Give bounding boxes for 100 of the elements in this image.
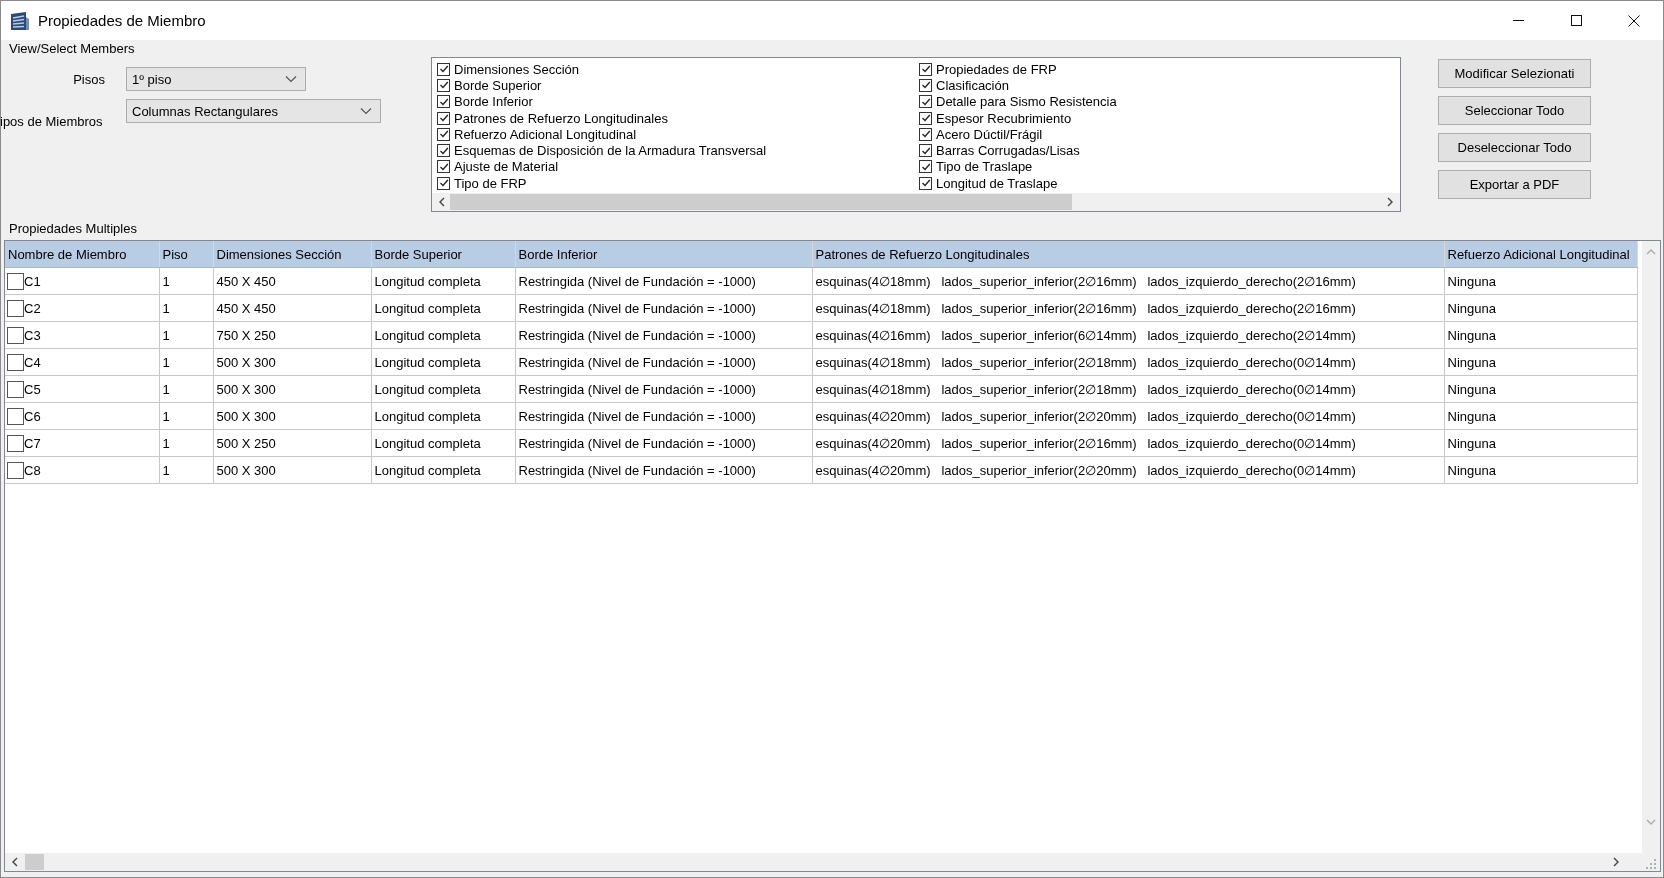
action-button[interactable]: Modificar Selezionati	[1438, 59, 1591, 88]
option-label: Longitud de Traslape	[936, 175, 1058, 191]
option-label: Barras Corrugadas/Lisas	[936, 143, 1080, 159]
action-button[interactable]: Deseleccionar Todo	[1438, 133, 1591, 162]
app-icon	[10, 10, 30, 31]
column-header[interactable]: Refuerzo Adicional Longitudinal	[1444, 241, 1637, 268]
close-icon	[1628, 14, 1640, 27]
table-cell: C4	[24, 354, 41, 370]
dropdown[interactable]: Columnas Rectangulares	[126, 99, 381, 123]
checkbox[interactable]	[7, 326, 24, 344]
scroll-thumb[interactable]	[25, 854, 44, 870]
table-cell: C5	[24, 381, 41, 397]
table-cell: esquinas(4∅16mm) lados_superior_inferior(6∅14mm) lados_izquierdo_derecho(2∅14mm)	[812, 321, 1444, 349]
option-label: Propiedades de FRP	[936, 61, 1057, 77]
column-header[interactable]: Dimensiones Sección	[213, 241, 371, 268]
checkbox[interactable]	[437, 62, 450, 76]
option-label: Espesor Recubrimiento	[936, 110, 1072, 126]
option-label: Borde Inferior	[454, 94, 533, 110]
checkbox[interactable]	[437, 160, 450, 174]
checkbox[interactable]	[7, 299, 24, 317]
option-label: Refuerzo Adicional Longitudinal	[454, 126, 637, 142]
action-button[interactable]: Seleccionar Todo	[1438, 96, 1591, 125]
scroll-right-icon[interactable]	[1612, 857, 1620, 867]
table-cell: esquinas(4∅18mm) lados_superior_inferior(2∅18mm) lados_izquierdo_derecho(0∅14mm)	[812, 375, 1444, 403]
checkbox[interactable]	[437, 111, 450, 125]
option-label: Patrones de Refuerzo Longitudinales	[454, 110, 668, 126]
scroll-right-icon[interactable]	[1386, 197, 1394, 207]
column-header[interactable]: Borde Inferior	[515, 241, 812, 268]
table-cell: 500 X 250	[213, 429, 371, 457]
dropdown[interactable]: 1º piso	[126, 67, 306, 91]
checkbox[interactable]	[437, 127, 450, 141]
table-cell: Restringida (Nivel de Fundación = -1000)	[515, 402, 812, 430]
table-cell: 500 X 300	[213, 456, 371, 484]
table-cell: Restringida (Nivel de Fundación = -1000)	[515, 321, 812, 349]
option-label: Tipo de Traslape	[936, 159, 1033, 175]
table-cell: Ninguna	[1444, 375, 1637, 403]
checkbox[interactable]	[919, 95, 932, 109]
action-button[interactable]: Exportar a PDF	[1438, 170, 1591, 199]
table-cell: C7	[24, 435, 41, 451]
option-label: Acero Dúctil/Frágil	[936, 126, 1043, 142]
table-cell: Restringida (Nivel de Fundación = -1000)	[515, 267, 812, 295]
table-cell: Longitud completa	[371, 267, 515, 295]
group-title: Propiedades Multiples	[9, 220, 137, 238]
window-title: Propiedades de Miembro	[38, 12, 207, 29]
table-cell: Restringida (Nivel de Fundación = -1000)	[515, 429, 812, 457]
table-cell: 1	[159, 321, 213, 349]
checkbox[interactable]	[919, 160, 932, 174]
scroll-left-icon[interactable]	[11, 857, 19, 867]
checkbox[interactable]	[919, 144, 932, 158]
table-cell: 500 X 300	[213, 375, 371, 403]
checkbox[interactable]	[7, 461, 24, 479]
checkbox[interactable]	[919, 176, 932, 190]
table-cell: 500 X 300	[213, 348, 371, 376]
table-cell: Restringida (Nivel de Fundación = -1000)	[515, 294, 812, 322]
table-cell: Ninguna	[1444, 456, 1637, 484]
table-cell: Restringida (Nivel de Fundación = -1000)	[515, 456, 812, 484]
option-label: Clasificación	[936, 77, 1009, 93]
caret-icon	[360, 107, 372, 115]
maximize-icon	[1570, 15, 1582, 26]
checkbox[interactable]	[437, 176, 450, 190]
table-cell: Ninguna	[1444, 294, 1637, 322]
checkbox[interactable]	[437, 78, 450, 92]
table-cell: esquinas(4∅18mm) lados_superior_inferior(2∅16mm) lados_izquierdo_derecho(2∅16mm)	[812, 267, 1444, 295]
field-label: ipos de Miembros	[1, 114, 103, 129]
table-cell: C1	[24, 273, 41, 289]
table-cell: esquinas(4∅20mm) lados_superior_inferior(2∅20mm) lados_izquierdo_derecho(0∅14mm)	[812, 402, 1444, 430]
checkbox[interactable]	[437, 144, 450, 158]
checkbox[interactable]	[7, 353, 24, 371]
table-cell: Longitud completa	[371, 294, 515, 322]
table-cell: Ninguna	[1444, 321, 1637, 349]
horizontal-scrollbar[interactable]	[5, 853, 1660, 871]
resize-grip-icon[interactable]	[1646, 859, 1656, 869]
checkbox[interactable]	[919, 78, 932, 92]
horizontal-scrollbar[interactable]	[432, 193, 1400, 211]
checkbox[interactable]	[7, 380, 24, 398]
table-cell: esquinas(4∅18mm) lados_superior_inferior(2∅18mm) lados_izquierdo_derecho(0∅14mm)	[812, 348, 1444, 376]
caret-icon	[285, 75, 297, 83]
checkbox[interactable]	[7, 407, 24, 425]
table-cell: 450 X 450	[213, 267, 371, 295]
table-cell: 1	[159, 348, 213, 376]
table-cell: esquinas(4∅18mm) lados_superior_inferior(2∅16mm) lados_izquierdo_derecho(2∅16mm)	[812, 294, 1444, 322]
column-header[interactable]: Piso	[159, 241, 213, 268]
table-cell: Restringida (Nivel de Fundación = -1000)	[515, 375, 812, 403]
scroll-thumb[interactable]	[450, 194, 1072, 210]
checkbox[interactable]	[919, 111, 932, 125]
option-label: Esquemas de Disposición de la Armadura Transversal	[454, 143, 767, 159]
table-cell: Longitud completa	[371, 375, 515, 403]
checkbox[interactable]	[919, 62, 932, 76]
checkbox[interactable]	[919, 127, 932, 141]
table-cell: C6	[24, 408, 41, 424]
checkbox[interactable]	[437, 95, 450, 109]
option-label: Tipo de FRP	[454, 175, 527, 191]
scroll-left-icon[interactable]	[438, 197, 446, 207]
checkbox[interactable]	[7, 272, 24, 290]
table-cell: 1	[159, 294, 213, 322]
column-header[interactable]: Patrones de Refuerzo Longitudinales	[812, 241, 1444, 268]
column-header[interactable]: Nombre de Miembro	[5, 241, 159, 268]
table-cell: Ninguna	[1444, 267, 1637, 295]
checkbox[interactable]	[7, 434, 24, 452]
column-header[interactable]: Borde Superior	[371, 241, 515, 268]
